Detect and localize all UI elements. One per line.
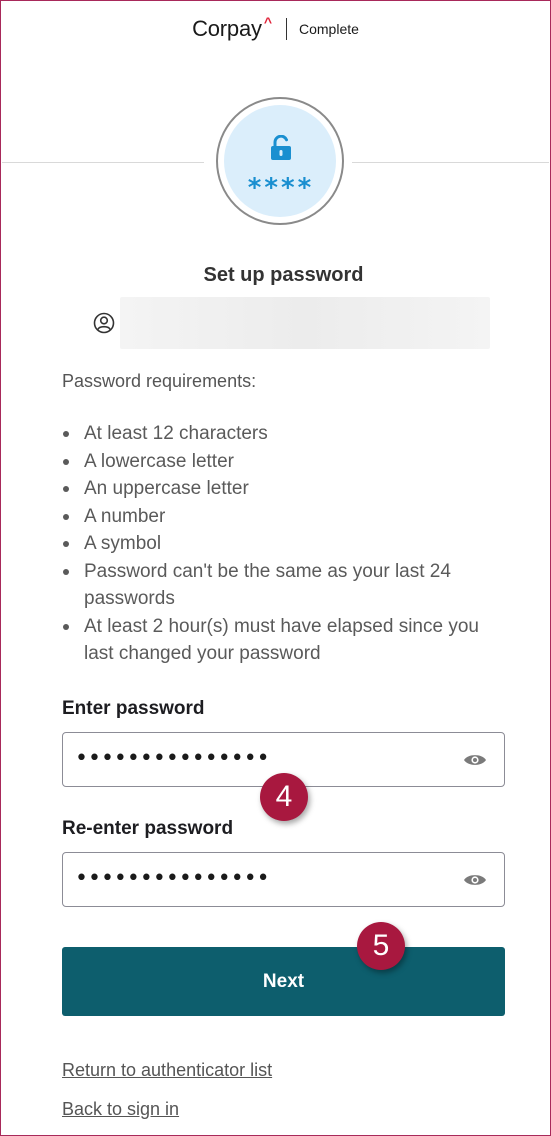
password-label: Enter password [62,698,205,719]
step-callout-5: 5 [357,922,405,970]
divider-left [2,162,204,163]
brand-divider [286,18,287,40]
requirement-item: A symbol [62,530,502,558]
user-icon [93,312,115,334]
lock-icon [271,135,291,160]
requirement-item: A lowercase letter [62,448,502,476]
requirements-list: At least 12 characters A lowercase lette… [62,420,502,668]
step-callout-4: 4 [260,773,308,821]
authenticator-badge: **** [216,97,344,225]
user-identifier [93,297,490,349]
return-to-authenticator-list-link[interactable]: Return to authenticator list [62,1060,272,1081]
brand-caret: ^ [263,14,272,30]
requirement-item: Password can't be the same as your last … [62,558,502,613]
eye-icon[interactable] [463,752,487,768]
confirm-password-value: ••••••••••••••• [75,866,270,891]
confirm-password-label: Re-enter password [62,818,234,839]
password-value: ••••••••••••••• [75,746,270,771]
requirement-item: At least 2 hour(s) must have elapsed sin… [62,613,502,668]
confirm-password-input[interactable]: ••••••••••••••• [62,852,505,907]
back-to-sign-in-link[interactable]: Back to sign in [62,1099,179,1120]
requirements-heading: Password requirements: [62,371,257,391]
username-redacted [120,297,490,349]
requirement-item: An uppercase letter [62,475,502,503]
header: Corpay ^ Complete [0,14,551,44]
password-stars: **** [246,173,314,203]
divider-right [352,162,549,163]
badge-inner: **** [224,105,336,217]
brand-logo: Corpay ^ Complete [192,14,359,42]
product-name: Complete [299,21,359,37]
requirement-item: A number [62,503,502,531]
requirement-item: At least 12 characters [62,420,502,448]
next-button[interactable]: Next [62,947,505,1016]
brand-name: Corpay [192,16,262,41]
page-title: Set up password [203,264,364,286]
eye-icon[interactable] [463,872,487,888]
